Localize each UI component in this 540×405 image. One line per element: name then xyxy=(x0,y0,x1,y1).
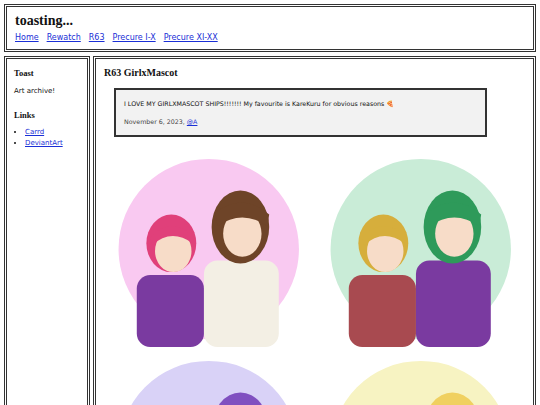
artwork-panel xyxy=(320,151,522,351)
artwork-panel xyxy=(320,353,522,405)
post-text: I LOVE MY GIRLXMASCOT SHIPS!!!!!!! My fa… xyxy=(124,99,477,108)
sidebar-link[interactable]: DeviantArt xyxy=(25,139,63,147)
nav-link[interactable]: Home xyxy=(15,32,39,44)
nav-link[interactable]: Precure XI-XX xyxy=(164,32,218,44)
links-heading: Links xyxy=(14,109,80,122)
sidebar-link[interactable]: Carrd xyxy=(25,128,44,136)
links-item: Carrd xyxy=(25,127,80,138)
post-meta: November 6, 2023, @A xyxy=(124,117,477,126)
site-title: toasting... xyxy=(15,13,525,28)
site-header: toasting... Home Rewatch R63 Precure I-X Prec… xyxy=(4,4,536,52)
main-content: R63 GirlxMascot I LOVE MY GIRLXMASCOT SHI… xyxy=(93,56,536,405)
artwork-grid xyxy=(104,151,525,405)
artwork-panel xyxy=(108,151,310,351)
nav-link[interactable]: R63 xyxy=(89,32,105,44)
post-box: I LOVE MY GIRLXMASCOT SHIPS!!!!!!! My fa… xyxy=(114,88,487,137)
post-title: R63 GirlxMascot xyxy=(104,67,525,79)
sidebar-tagline: Art archive! xyxy=(14,86,80,97)
links-list: Carrd DeviantArt xyxy=(14,127,80,148)
page: toasting... Home Rewatch R63 Precure I-X Prec… xyxy=(0,0,540,405)
site-nav: Home Rewatch R63 Precure I-X Precure XI-XX xyxy=(15,32,525,44)
nav-link[interactable]: Rewatch xyxy=(47,32,81,44)
sidebar-heading: Toast xyxy=(14,67,80,80)
sidebar: Toast Art archive! Links Carrd DeviantArt xyxy=(4,56,90,405)
post-author[interactable]: @A xyxy=(187,118,198,125)
post-date: November 6, 2023, xyxy=(124,118,185,125)
links-item: DeviantArt xyxy=(25,138,80,149)
content-area: Toast Art archive! Links Carrd DeviantArt R63… xyxy=(4,56,536,405)
artwork-panel xyxy=(108,353,310,405)
nav-link[interactable]: Precure I-X xyxy=(113,32,156,44)
